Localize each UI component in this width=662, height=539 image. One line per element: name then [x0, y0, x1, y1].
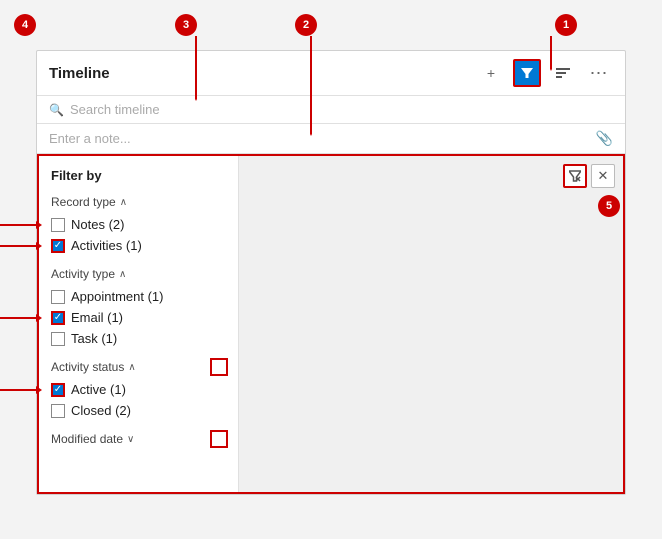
filter-title: Filter by — [51, 168, 226, 183]
section-activity-status: Activity status ∧ — [51, 360, 226, 374]
search-icon: 🔍 — [49, 103, 64, 117]
filter-item-notes: Notes (2) — [51, 217, 226, 232]
callout-2: 2 — [295, 14, 317, 36]
filter-item-closed: Closed (2) — [51, 403, 226, 418]
close-filter-button[interactable]: ✕ — [591, 164, 615, 188]
callout-4: 4 — [14, 14, 36, 36]
note-placeholder: Enter a note... — [49, 131, 131, 146]
callout-1: 1 — [555, 14, 577, 36]
checkbox-appointment[interactable] — [51, 290, 65, 304]
sort-button[interactable] — [549, 59, 577, 87]
more-button[interactable]: ⋯ — [585, 59, 613, 87]
filter-button[interactable] — [513, 59, 541, 87]
filter-item-activities: ✓ Activities (1) — [51, 238, 226, 253]
clear-filter-button[interactable] — [563, 164, 587, 188]
filter-icon — [521, 67, 533, 79]
filter-item-task: Task (1) — [51, 331, 226, 346]
filter-item-appointment: Appointment (1) — [51, 289, 226, 304]
activity-status-chevron[interactable]: ∧ — [128, 362, 135, 373]
timeline-widget: Timeline + ⋯ 🔍 — [36, 50, 626, 495]
add-button[interactable]: + — [477, 59, 505, 87]
timeline-header: Timeline + ⋯ — [37, 51, 625, 96]
attachment-icon: 📎 — [596, 130, 613, 147]
filter-panel: Filter by Record type ∧ Notes (2) ✓ — [37, 154, 625, 494]
clear-filter-icon — [569, 170, 581, 182]
activity-type-chevron[interactable]: ∧ — [119, 269, 126, 280]
notes-label: Notes (2) — [71, 217, 124, 232]
checkbox-activities[interactable]: ✓ — [51, 239, 65, 253]
section-modified-date: Modified date ∨ — [51, 432, 226, 446]
section-record-type: Record type ∧ — [51, 195, 226, 209]
timeline-title: Timeline — [49, 65, 477, 82]
modified-date-label: Modified date — [51, 432, 123, 446]
activity-status-label: Activity status — [51, 360, 124, 374]
search-placeholder: Search timeline — [70, 102, 160, 117]
checkbox-task[interactable] — [51, 332, 65, 346]
section-activity-type: Activity type ∧ — [51, 267, 226, 281]
activity-type-label: Activity type — [51, 267, 115, 281]
modified-date-chevron[interactable]: ∨ — [127, 434, 134, 445]
filter-item-email: ✓ Email (1) — [51, 310, 226, 325]
filter-left: Filter by Record type ∧ Notes (2) ✓ — [39, 156, 239, 492]
checkbox-active[interactable]: ✓ — [51, 383, 65, 397]
record-type-chevron[interactable]: ∧ — [120, 197, 127, 208]
activities-label: Activities (1) — [71, 238, 142, 253]
task-label: Task (1) — [71, 331, 117, 346]
header-icons: + ⋯ — [477, 59, 613, 87]
callout-3: 3 — [175, 14, 197, 36]
active-label: Active (1) — [71, 382, 126, 397]
email-label: Email (1) — [71, 310, 123, 325]
sort-icon — [556, 67, 570, 79]
filter-right: ✕ — [239, 156, 623, 492]
search-bar: 🔍 Search timeline — [37, 96, 625, 124]
filter-item-active: ✓ Active (1) — [51, 382, 226, 397]
appointment-label: Appointment (1) — [71, 289, 164, 304]
note-input-row[interactable]: Enter a note... 📎 — [37, 124, 625, 154]
filter-right-icons: ✕ — [563, 164, 615, 188]
record-type-label: Record type — [51, 195, 116, 209]
closed-label: Closed (2) — [71, 403, 131, 418]
checkbox-notes[interactable] — [51, 218, 65, 232]
checkbox-closed[interactable] — [51, 404, 65, 418]
checkbox-email[interactable]: ✓ — [51, 311, 65, 325]
callout-5: 5 — [598, 195, 620, 217]
